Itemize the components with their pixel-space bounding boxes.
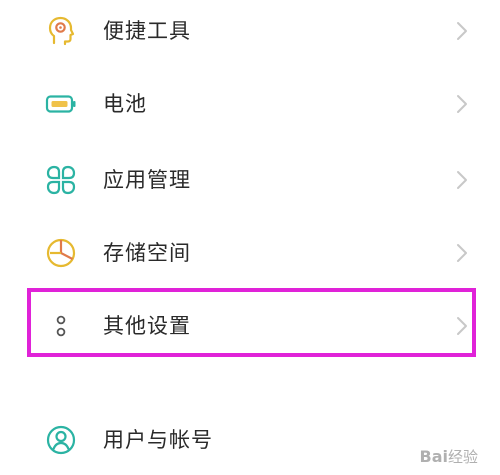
user-icon	[44, 423, 78, 457]
settings-item-other-settings[interactable]: 其他设置	[0, 296, 500, 356]
settings-item-label: 用户与帐号	[103, 428, 213, 452]
hand-icon	[44, 14, 78, 48]
settings-list: 便捷工具 电池 应用管理 存储空间 其他设置 用户与帐号 Bai经验	[0, 0, 500, 475]
settings-item-label: 便捷工具	[103, 19, 191, 43]
settings-item-label: 应用管理	[103, 168, 191, 192]
watermark-sub: 经验	[447, 448, 478, 466]
more-dots-icon	[44, 309, 78, 343]
watermark: Bai经验	[420, 446, 479, 467]
chevron-right-icon	[455, 242, 469, 264]
battery-icon	[44, 87, 78, 121]
chevron-right-icon	[455, 315, 469, 337]
settings-item-label: 存储空间	[103, 241, 191, 265]
settings-item-label: 电池	[103, 92, 147, 116]
settings-item-app-management[interactable]: 应用管理	[0, 150, 500, 210]
settings-item-convenience-tools[interactable]: 便捷工具	[0, 1, 500, 61]
watermark-brand: Bai	[419, 447, 448, 466]
chevron-right-icon	[455, 20, 469, 42]
chevron-right-icon	[455, 169, 469, 191]
chevron-right-icon	[455, 93, 469, 115]
settings-item-storage[interactable]: 存储空间	[0, 223, 500, 283]
section-gap	[0, 378, 500, 386]
settings-item-label: 其他设置	[103, 314, 191, 338]
app-grid-icon	[44, 163, 78, 197]
storage-pie-icon	[44, 236, 78, 270]
settings-item-battery[interactable]: 电池	[0, 74, 500, 134]
